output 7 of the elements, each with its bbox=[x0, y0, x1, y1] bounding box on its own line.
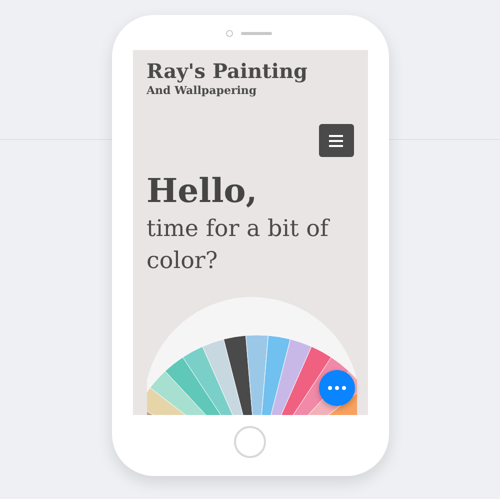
menu-button[interactable] bbox=[318, 124, 354, 157]
hero-text: time for a bit of color? bbox=[146, 215, 331, 276]
camera-icon bbox=[226, 30, 233, 36]
hero-heading: Hello, bbox=[146, 173, 258, 210]
site-title[interactable]: Ray's Painting bbox=[146, 60, 354, 82]
site-subtitle: And Wallpapering bbox=[146, 84, 258, 97]
speaker-icon bbox=[241, 32, 272, 34]
